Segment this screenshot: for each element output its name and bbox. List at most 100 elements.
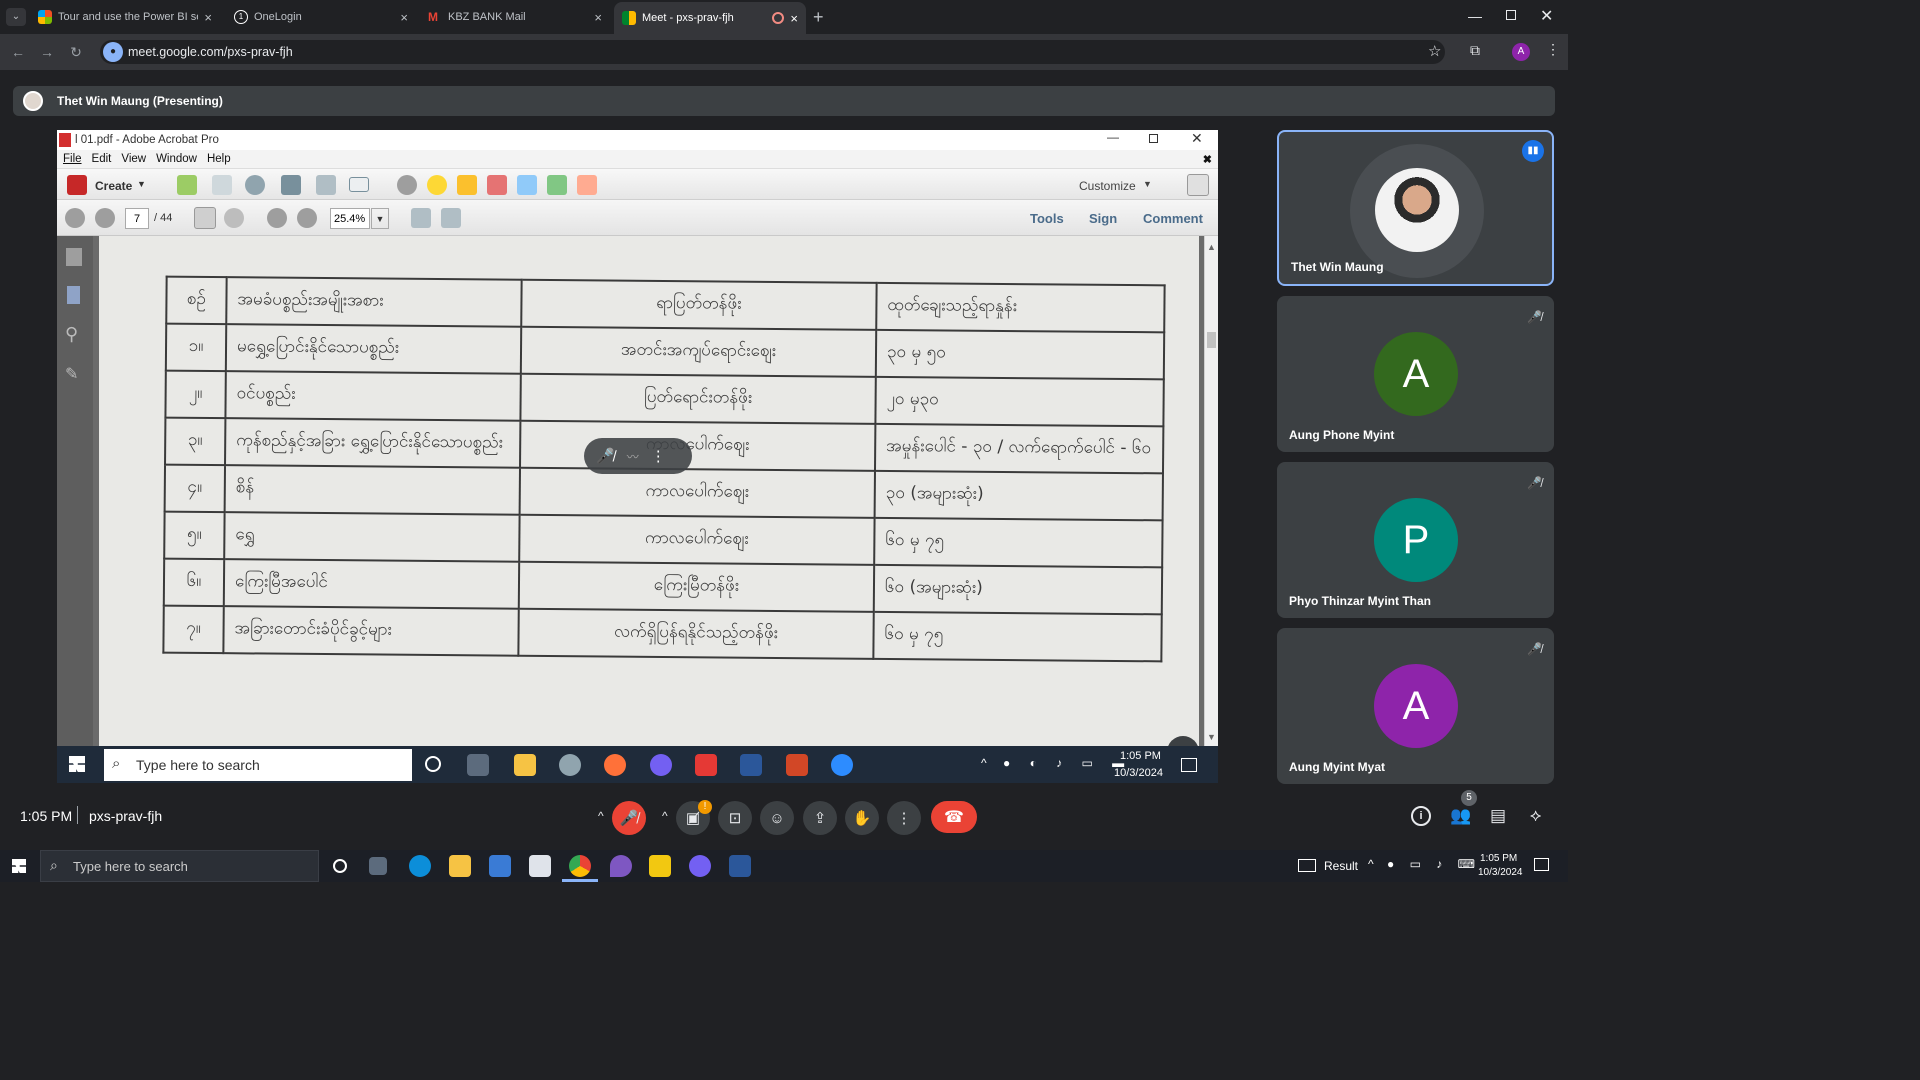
menu-window[interactable]: Window <box>156 153 197 165</box>
cortana-icon[interactable] <box>425 756 441 772</box>
form-icon[interactable] <box>577 175 597 195</box>
chrome-menu-icon[interactable]: ⋮ <box>1546 41 1560 58</box>
people-icon[interactable]: 👥 <box>1450 806 1471 826</box>
address-bar[interactable]: ● meet.google.com/pxs-prav-fjh <box>100 40 1445 64</box>
close-tab-icon[interactable]: × <box>594 10 602 25</box>
close-tab-icon[interactable]: × <box>790 11 798 26</box>
app-icon[interactable] <box>610 855 632 877</box>
open-folder-icon[interactable] <box>177 175 197 195</box>
close-tab-icon[interactable]: × <box>204 10 212 25</box>
meeting-info-icon[interactable]: i <box>1411 806 1431 826</box>
tab-power-bi[interactable]: Tour and use the Power BI servi × <box>30 4 220 30</box>
attachments-icon[interactable]: ⚲ <box>65 324 78 345</box>
pages-panel-icon[interactable] <box>66 248 82 266</box>
comment-bubble-icon[interactable] <box>427 175 447 195</box>
close-tab-icon[interactable]: × <box>400 10 408 25</box>
sign-tab[interactable]: Sign <box>1089 211 1117 226</box>
extract-page-icon[interactable] <box>517 175 537 195</box>
email-icon[interactable] <box>349 177 369 192</box>
word-icon[interactable] <box>740 754 762 776</box>
host-taskbar-search[interactable]: ⌕ Type here to search <box>40 850 319 882</box>
leave-call-button[interactable]: ☎ <box>931 801 977 833</box>
bookmarks-icon[interactable] <box>67 286 80 304</box>
close-window-icon[interactable]: ✕ <box>1540 6 1553 26</box>
task-view-icon[interactable] <box>369 857 387 875</box>
edit-icon[interactable] <box>316 175 336 195</box>
shared-taskbar-search[interactable]: ⌕ Type here to search <box>104 749 412 781</box>
next-page-icon[interactable] <box>95 208 115 228</box>
bookmark-star-icon[interactable]: ☆ <box>1428 42 1441 60</box>
tab-search-button[interactable]: ⌄ <box>6 8 26 26</box>
presenter-mute-chip[interactable]: 🎤̸ 〰 ⋮ <box>584 438 692 474</box>
notification-icon[interactable] <box>1534 858 1549 871</box>
participant-tile[interactable]: A 🎤̸ Aung Phone Myint <box>1277 296 1554 452</box>
minimize-icon[interactable]: — <box>1468 8 1482 24</box>
zoom-app-icon[interactable] <box>831 754 853 776</box>
menu-file[interactable]: File <box>63 153 82 165</box>
store-icon[interactable] <box>489 855 511 877</box>
highlight-icon[interactable] <box>457 175 477 195</box>
scroll-down-icon[interactable]: ▼ <box>1207 732 1216 742</box>
fit-page-icon[interactable] <box>411 208 431 228</box>
chat-icon[interactable]: ▤ <box>1490 806 1506 826</box>
file-explorer-icon[interactable] <box>514 754 536 776</box>
task-view-icon[interactable] <box>467 754 489 776</box>
scroll-thumb[interactable] <box>1207 332 1216 348</box>
back-icon[interactable]: ← <box>8 42 28 62</box>
new-tab-button[interactable]: + <box>813 7 824 28</box>
menu-help[interactable]: Help <box>207 153 231 165</box>
file-explorer-icon[interactable] <box>449 855 471 877</box>
video-options-icon[interactable]: ^ <box>662 809 668 823</box>
extensions-icon[interactable]: ⧉ <box>1470 42 1480 59</box>
menu-view[interactable]: View <box>121 153 146 165</box>
hand-tool-icon[interactable] <box>224 208 244 228</box>
signatures-icon[interactable]: ✎ <box>65 364 78 384</box>
create-dropdown-icon[interactable]: ▼ <box>137 179 146 189</box>
windows-start-icon[interactable] <box>69 756 85 772</box>
zoom-out-icon[interactable] <box>267 208 287 228</box>
tools-tab[interactable]: Tools <box>1030 211 1064 226</box>
more-options-button[interactable]: ⋮ <box>887 801 921 835</box>
pdf-scrollbar[interactable]: ▲ ▼ <box>1204 236 1218 746</box>
powerpoint-icon[interactable] <box>786 754 808 776</box>
restore-icon[interactable] <box>1506 10 1516 20</box>
firefox-icon[interactable] <box>604 754 626 776</box>
menu-edit[interactable]: Edit <box>92 153 112 165</box>
windows-start-icon[interactable] <box>12 859 26 873</box>
zoom-dropdown-icon[interactable]: ▼ <box>371 208 389 229</box>
emoji-reaction-button[interactable]: ☺ <box>760 801 794 835</box>
participant-tile-presenter[interactable]: ▮▮ Thet Win Maung <box>1277 130 1554 286</box>
mic-toggle-button[interactable]: 🎤̸ <box>612 801 646 835</box>
tab-kbz-mail[interactable]: M KBZ BANK Mail × <box>420 4 610 30</box>
participant-tile[interactable]: A 🎤̸ Aung Myint Myat <box>1277 628 1554 784</box>
customize-button[interactable]: Customize <box>1079 179 1136 193</box>
acrobat-minimize-icon[interactable]: — <box>1107 130 1119 144</box>
acrobat-restore-icon[interactable] <box>1149 134 1158 143</box>
notification-icon[interactable] <box>1181 758 1197 772</box>
fit-width-icon[interactable] <box>441 208 461 228</box>
create-button[interactable]: Create <box>95 179 132 193</box>
captions-button[interactable]: ⊡ <box>718 801 752 835</box>
zoom-in-icon[interactable] <box>297 208 317 228</box>
acrobat-close-icon[interactable]: ✕ <box>1191 130 1203 147</box>
word-icon[interactable] <box>729 855 751 877</box>
cortana-icon[interactable] <box>333 859 347 873</box>
scroll-up-icon[interactable]: ▲ <box>1207 242 1216 252</box>
pdf-document-view[interactable]: စဉ် အမခံပစ္စည်းအမျိုးအစား ရာပြတ်တန်ဖိုး ထုတ… <box>93 236 1204 746</box>
save-icon[interactable] <box>212 175 232 195</box>
tray-chevron-icon[interactable]: ^ <box>1368 857 1374 871</box>
viber-icon[interactable] <box>689 855 711 877</box>
settings-gear-icon[interactable] <box>397 175 417 195</box>
app-icon[interactable] <box>559 754 581 776</box>
mail-icon[interactable] <box>529 855 551 877</box>
viber-icon[interactable] <box>650 754 672 776</box>
site-info-icon[interactable]: ● <box>103 42 123 62</box>
create-pdf-icon[interactable] <box>67 175 87 195</box>
tab-meet[interactable]: Meet - pxs-prav-fjh × <box>614 2 806 34</box>
zoom-level-input[interactable] <box>330 208 370 229</box>
acrobat-taskbar-icon[interactable] <box>695 754 717 776</box>
reload-icon[interactable]: ↻ <box>66 42 86 62</box>
participant-tile[interactable]: P 🎤̸ Phyo Thinzar Myint Than <box>1277 462 1554 618</box>
tab-onelogin[interactable]: 1 OneLogin × <box>226 4 416 30</box>
raise-hand-button[interactable]: ✋ <box>845 801 879 835</box>
